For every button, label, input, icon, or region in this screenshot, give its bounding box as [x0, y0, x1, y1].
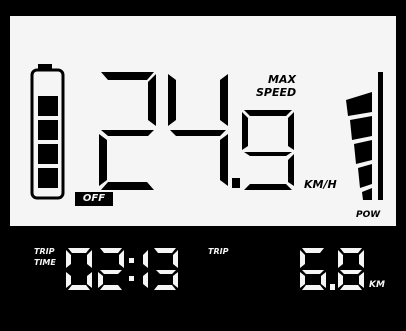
battery-bar	[38, 144, 58, 164]
max-speed-label-speed: SPEED	[256, 86, 297, 99]
speed-unit: KM/H	[304, 178, 337, 191]
trip-time-label-trip: TRIP	[34, 247, 55, 256]
max-speed-label-max: MAX	[268, 73, 296, 86]
trip-distance-label: TRIP	[208, 247, 229, 256]
power-label: POW	[356, 210, 381, 220]
speed-value: 24.9	[100, 70, 102, 71]
battery-bar	[38, 96, 58, 116]
trip-distance-unit: KM	[369, 280, 385, 290]
battery-icon	[30, 64, 65, 200]
trip-time-value: 02:13	[66, 250, 69, 251]
trip-distance-digits	[300, 248, 364, 290]
speed-digit-2	[99, 72, 156, 190]
trip-time-label-time: TIME	[34, 258, 56, 267]
battery-bar	[38, 120, 58, 140]
trip-time-digits	[66, 248, 178, 290]
power-level-bars	[346, 72, 383, 200]
speed-digit-9	[242, 110, 294, 190]
speed-digit-4	[168, 74, 228, 186]
battery-bar	[38, 168, 58, 188]
speed-decimal-point	[232, 178, 240, 188]
off-status-badge: OFF	[75, 192, 113, 206]
trip-distance-value: 6.8	[300, 250, 302, 251]
display-graphics	[30, 64, 383, 290]
